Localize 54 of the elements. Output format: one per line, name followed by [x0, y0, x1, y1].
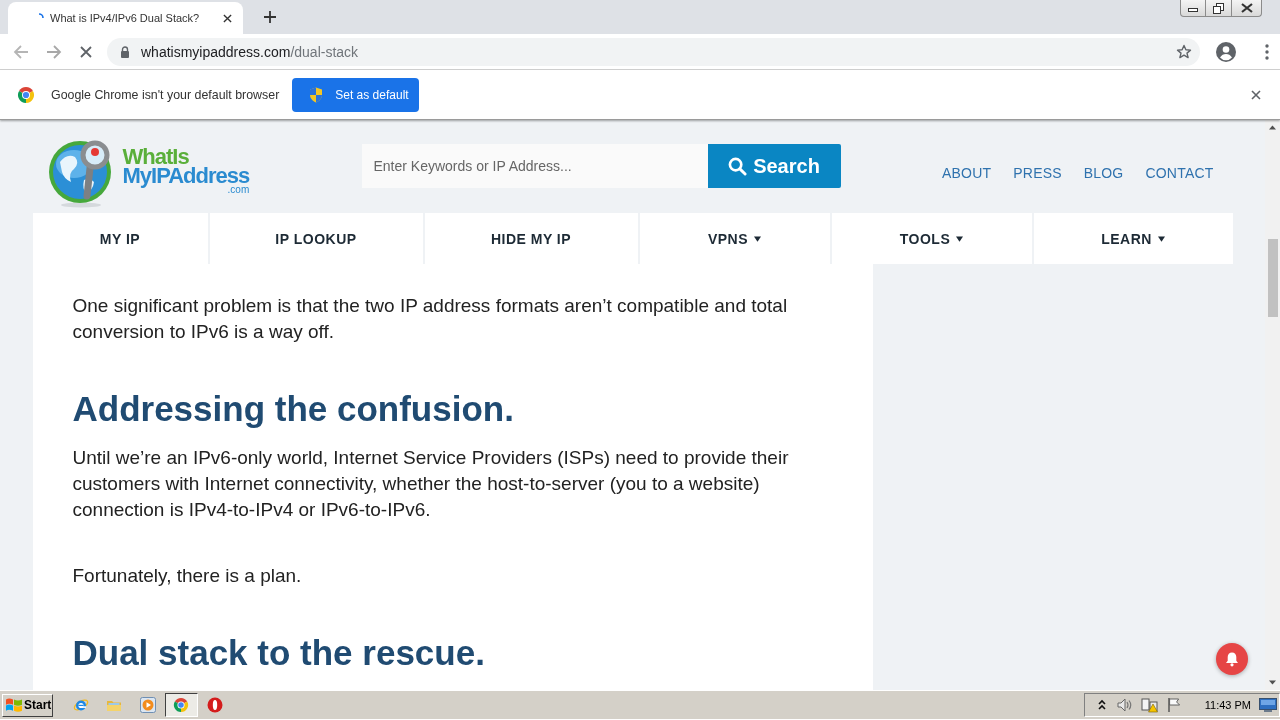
double-chevron-icon[interactable]	[1096, 699, 1107, 711]
notification-button[interactable]	[1216, 643, 1248, 675]
minimize-button[interactable]	[1180, 0, 1206, 17]
nav-item[interactable]: MY IP	[32, 213, 208, 264]
profile-icon[interactable]	[1216, 41, 1236, 62]
restore-button[interactable]	[1206, 0, 1232, 17]
nav-link[interactable]: PRESS	[1013, 165, 1062, 181]
minimize-icon	[1188, 8, 1198, 12]
star-icon[interactable]	[1176, 43, 1192, 60]
browser-tab[interactable]: What is IPv4/IPv6 Dual Stack?	[8, 2, 243, 34]
clock-text: 11:43 PM	[1204, 699, 1251, 711]
nav-item[interactable]: TOOLS	[831, 213, 1032, 264]
close-icon[interactable]	[1251, 89, 1261, 100]
start-button[interactable]: Start	[2, 693, 53, 717]
nav-link[interactable]: BLOG	[1083, 165, 1124, 181]
nav-item[interactable]: IP LOOKUP	[209, 213, 423, 264]
network-warning-icon[interactable]	[1140, 697, 1159, 713]
close-icon[interactable]	[223, 13, 232, 23]
scrollbar-thumb[interactable]	[1267, 239, 1278, 317]
browser-logo-icon	[173, 697, 190, 713]
cross-icon[interactable]	[80, 45, 92, 58]
browser-logo-icon	[17, 85, 35, 104]
set-default-button[interactable]: Set as default	[292, 77, 420, 112]
nav-item[interactable]: LEARN	[1033, 213, 1233, 264]
nav-link[interactable]: CONTACT	[1145, 165, 1214, 181]
taskbar-button[interactable]	[164, 693, 198, 717]
search-icon	[728, 156, 748, 176]
shield-icon	[309, 86, 324, 103]
menu-icon[interactable]	[1265, 43, 1269, 60]
address-bar[interactable]: whatismyipaddress.com/dual-stack	[107, 37, 1200, 66]
bell-icon	[1225, 651, 1239, 667]
nav-item[interactable]: VPNS	[639, 213, 830, 264]
plus-icon[interactable]	[264, 11, 276, 23]
speaker-icon[interactable]	[1115, 697, 1134, 713]
nav-link[interactable]: ABOUT	[942, 165, 992, 181]
flag-logo-icon	[5, 697, 23, 713]
e-logo-icon	[72, 697, 89, 713]
paragraph: One significant problem is that the two IP address formats aren’t compatible and total conversion to IPv6 is a way off.	[72, 294, 789, 344]
show-desktop-button[interactable]	[1257, 695, 1279, 715]
paragraph: Until we’re an IPv6-only world, Internet Service Providers (ISPs) need to provide their customers with Internet connectivity, whether the host-to-server (you to a website) connection is IPv4-to-IPv4 or IPv6-to-IPv6.	[72, 446, 790, 522]
close-icon	[1240, 3, 1253, 13]
restore-icon	[1213, 2, 1224, 14]
play-icon	[139, 697, 156, 713]
paragraph: Fortunately, there is a plan.	[72, 564, 303, 588]
o-logo-icon	[206, 697, 223, 713]
infobar-message: Google Chrome isn't your default browser	[51, 87, 280, 102]
heading: Dual stack to the rescue.	[72, 632, 486, 674]
heading: Addressing the confusion.	[72, 388, 515, 430]
search-button[interactable]: Search	[707, 144, 841, 188]
close-button[interactable]	[1232, 0, 1262, 17]
monitor-icon	[1259, 698, 1277, 712]
search-field[interactable]: Enter Keywords or IP Address...	[361, 144, 708, 188]
nav-item[interactable]: HIDE MY IP	[424, 213, 638, 264]
lock-icon	[120, 45, 130, 58]
